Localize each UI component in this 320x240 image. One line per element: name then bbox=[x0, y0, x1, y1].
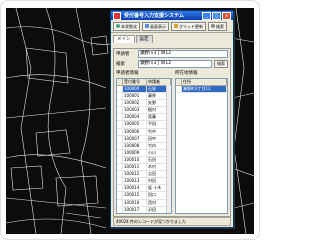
grid-body: 100000 石塚 100001 藤原 100002 矢野 100003 植村 100004 斎藤… bbox=[117, 86, 171, 213]
tab-settings[interactable]: 設定 bbox=[135, 35, 153, 43]
applicant-list: 申請者情報 受付番号 申請者 100000 石塚 100001 藤原 100002 矢野 1… bbox=[116, 71, 172, 214]
table-cell: 100002 bbox=[123, 100, 147, 107]
screenshot-photo: 受付番号入力支援システム _ □ × 本状態化 画面表示 グリッド更新 検索 メ… bbox=[0, 0, 260, 240]
table-cell: 100010 bbox=[123, 156, 147, 164]
table-cell: 100014 bbox=[123, 185, 147, 192]
table-row[interactable]: 100002 矢野 bbox=[117, 100, 171, 108]
main-panel: 申請者 瀬野川3丁目12 検索 瀬野川3丁目12 検索 申請者情報 受付番号 申… bbox=[113, 48, 231, 217]
table-cell: 100004 bbox=[123, 114, 147, 121]
table-row[interactable]: 100006 竹中 bbox=[117, 128, 171, 136]
table-row[interactable]: 100000 石塚 bbox=[117, 86, 171, 94]
scrollbar[interactable] bbox=[166, 85, 171, 213]
table-row[interactable]: 100011 木村 bbox=[117, 164, 171, 172]
app-icon bbox=[113, 11, 121, 20]
applicant-section-title: 申請者情報 bbox=[116, 71, 139, 76]
screen-button[interactable]: 画面表示 bbox=[142, 21, 169, 31]
table-cell: 100005 bbox=[123, 121, 147, 128]
table-row[interactable]: 瀬野町3丁目12 bbox=[176, 86, 227, 94]
grid-header: 住所 bbox=[176, 79, 227, 86]
maximize-button[interactable]: □ bbox=[212, 11, 221, 20]
location-section-title: 所在地情報 bbox=[175, 71, 198, 76]
table-cell: 100007 bbox=[123, 135, 147, 142]
applicant-label: 申請者 bbox=[116, 52, 130, 57]
table-row[interactable]: 100016 西村 bbox=[117, 199, 171, 207]
table-cell: 100003 bbox=[123, 107, 147, 114]
table-cell: 瀬野町3丁目12 bbox=[182, 86, 227, 93]
table-cell: 100015 bbox=[123, 192, 147, 199]
title-bar[interactable]: 受付番号入力支援システム _ □ × bbox=[111, 11, 233, 20]
table-row[interactable]: 100007 田中 bbox=[117, 135, 171, 143]
search-icon bbox=[211, 24, 215, 28]
table-row[interactable]: 100017 沢田 bbox=[117, 206, 171, 213]
search-label: 検索 bbox=[116, 62, 125, 67]
toolbar: 本状態化 画面表示 グリッド更新 検索 bbox=[111, 20, 233, 33]
location-list: 所在地情報 住所 瀬野町3丁目12 bbox=[175, 71, 228, 214]
table-cell: 100009 bbox=[123, 149, 147, 156]
table-cell: 100006 bbox=[123, 128, 147, 135]
app-window[interactable]: 受付番号入力支援システム _ □ × 本状態化 画面表示 グリッド更新 検索 メ… bbox=[110, 10, 234, 228]
table-row[interactable]: 100003 植村 bbox=[117, 107, 171, 115]
table-row[interactable]: 100015 田口 bbox=[117, 192, 171, 200]
search-field[interactable]: 瀬野川3丁目12 bbox=[138, 60, 212, 68]
table-cell: 100008 bbox=[123, 142, 147, 149]
table-row[interactable]: 100005 平田 bbox=[117, 121, 171, 129]
column-header[interactable]: 受付番号 bbox=[123, 79, 147, 85]
table-row[interactable]: 100010 石田 bbox=[117, 156, 171, 165]
tab-bar: メイン 設定 bbox=[111, 33, 233, 43]
grid-body: 瀬野町3丁目12 bbox=[176, 86, 227, 94]
table-row[interactable]: 100009 小川 bbox=[117, 149, 171, 157]
table-row[interactable]: 100012 吉田 bbox=[117, 171, 171, 179]
window-title: 受付番号入力支援システム bbox=[124, 13, 184, 19]
search-go-button[interactable]: 検索 bbox=[214, 60, 228, 68]
table-cell: 100013 bbox=[123, 178, 147, 185]
pin-icon bbox=[116, 24, 120, 28]
table-cell: 100016 bbox=[123, 199, 147, 206]
table-row[interactable]: 100001 藤原 bbox=[117, 93, 171, 101]
location-grid[interactable]: 住所 瀬野町3丁目12 bbox=[175, 78, 228, 214]
table-row[interactable]: 100013 村田 bbox=[117, 178, 171, 186]
search-row: 検索 瀬野川3丁目12 検索 bbox=[114, 59, 230, 69]
search-button[interactable]: 検索 bbox=[208, 21, 227, 31]
table-cell: 100017 bbox=[123, 206, 147, 213]
column-header[interactable]: 住所 bbox=[182, 79, 227, 85]
screen-icon bbox=[145, 24, 149, 28]
table-cell: 100011 bbox=[123, 164, 147, 171]
table-row[interactable]: 100014 坂 十木 bbox=[117, 185, 171, 193]
applicant-row: 申請者 瀬野川3丁目12 bbox=[114, 49, 230, 59]
table-row[interactable]: 100008 竹内 bbox=[117, 142, 171, 150]
close-button[interactable]: × bbox=[222, 11, 231, 20]
pin-button[interactable]: 本状態化 bbox=[113, 21, 140, 31]
table-cell: 100012 bbox=[123, 171, 147, 178]
lists: 申請者情報 受付番号 申請者 100000 石塚 100001 藤原 100002 矢野 1… bbox=[116, 71, 228, 214]
refresh-grid-button[interactable]: グリッド更新 bbox=[171, 21, 206, 31]
minimize-button[interactable]: _ bbox=[202, 11, 211, 20]
table-row[interactable]: 100004 斎藤 bbox=[117, 114, 171, 122]
applicant-grid[interactable]: 受付番号 申請者 100000 石塚 100001 藤原 100002 矢野 100003 植… bbox=[116, 78, 172, 214]
table-cell: 100000 bbox=[123, 86, 147, 93]
refresh-icon bbox=[174, 24, 178, 28]
applicant-field[interactable]: 瀬野川3丁目12 bbox=[138, 50, 228, 58]
status-bar: 40024 件のレコードが見つかりました bbox=[113, 217, 231, 226]
grid-header: 受付番号 申請者 bbox=[117, 79, 171, 86]
tab-main[interactable]: メイン bbox=[113, 35, 135, 43]
table-cell: 100001 bbox=[123, 93, 147, 100]
